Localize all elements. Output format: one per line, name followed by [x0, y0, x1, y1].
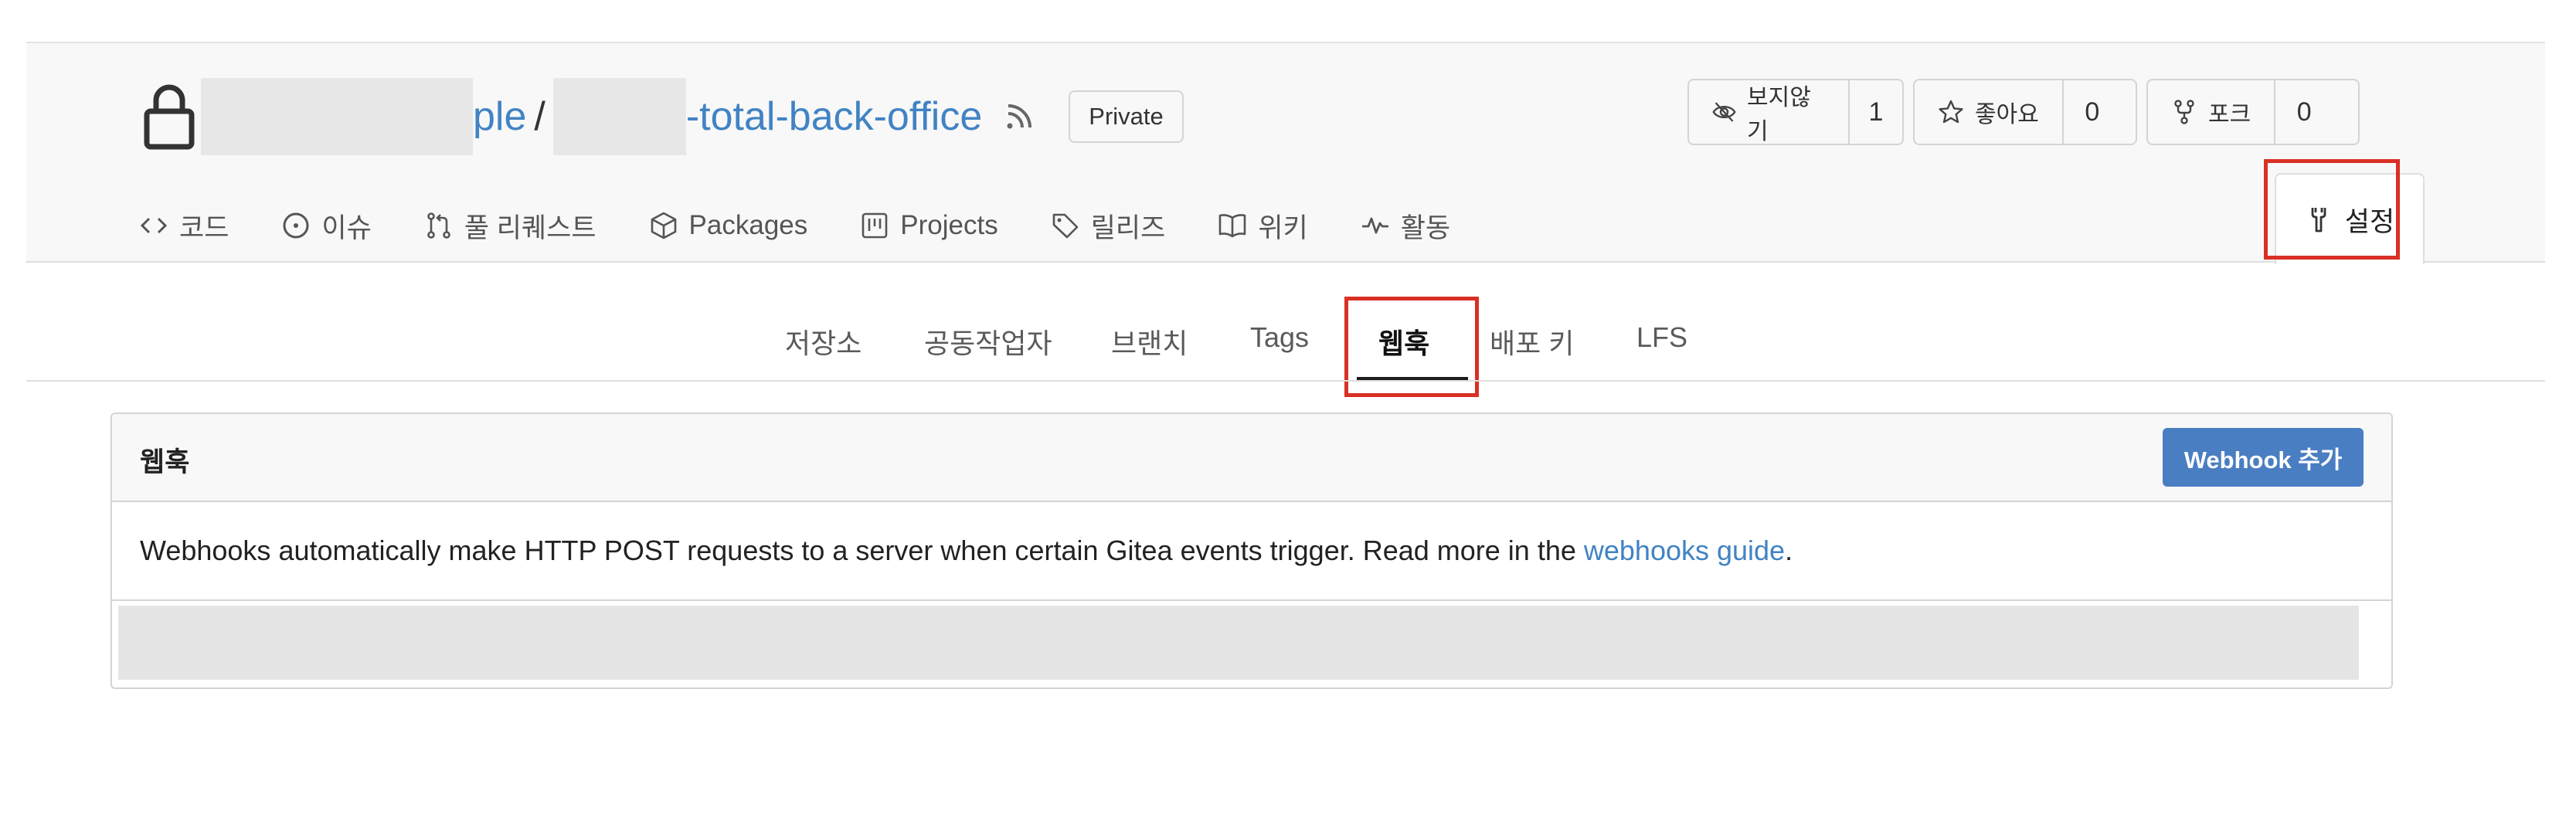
tab-pull-requests[interactable]: 풀 리퀘스트 [424, 206, 596, 246]
watch-button-group: 보지않기 1 [1687, 79, 1904, 145]
star-button-group: 좋아요 0 [1913, 79, 2137, 145]
repo-tabs: 코드 이슈 풀 리퀘스트 Packages Projects 릴리즈 위키 활동 [139, 202, 1503, 249]
tab-packages-label: Packages [688, 210, 808, 240]
star-count[interactable]: 0 [2064, 80, 2121, 144]
webhooks-description: Webhooks automatically make HTTP POST re… [112, 502, 2391, 601]
fork-button[interactable]: 포크 [2148, 80, 2276, 144]
panel-header: 웹훅 Webhook 추가 [112, 414, 2391, 502]
tab-issues[interactable]: 이슈 [281, 206, 372, 246]
tab-code[interactable]: 코드 [139, 206, 229, 246]
webhook-list-placeholder [118, 606, 2359, 680]
tab-code-label: 코드 [179, 212, 229, 243]
repo-title-row: ple / -total-back-office Private [142, 78, 1184, 155]
description-text: Webhooks automatically make HTTP POST re… [140, 535, 1584, 566]
redacted-repo-prefix [552, 78, 686, 155]
package-icon [651, 212, 676, 239]
repo-header: ple / -total-back-office Private 보지않기 1 … [26, 42, 2545, 264]
fork-label: 포크 [2208, 102, 2251, 127]
description-end: . [1785, 535, 1793, 566]
pulse-icon [1361, 217, 1388, 234]
fork-count[interactable]: 0 [2275, 80, 2333, 144]
project-icon [861, 212, 888, 239]
repo-separator: / [534, 94, 545, 139]
subnav-divider [26, 380, 2545, 382]
tab-issues-label: 이슈 [321, 212, 372, 243]
panel-title: 웹훅 [140, 447, 190, 477]
lock-icon [144, 84, 195, 150]
add-webhook-button[interactable]: Webhook 추가 [2163, 428, 2364, 487]
redacted-owner [201, 78, 473, 155]
fork-icon [2174, 100, 2194, 124]
subnav-lfs[interactable]: LFS [1636, 321, 1687, 354]
star-icon [1939, 100, 1963, 124]
private-badge: Private [1069, 90, 1184, 143]
tab-wiki[interactable]: 위키 [1218, 206, 1308, 246]
tab-projects[interactable]: Projects [860, 210, 998, 241]
webhooks-panel: 웹훅 Webhook 추가 Webhooks automatically mak… [110, 413, 2393, 689]
tab-pull-requests-label: 풀 리퀘스트 [464, 212, 596, 243]
tab-activity[interactable]: 활동 [1361, 206, 1450, 246]
watch-label: 보지않기 [1747, 85, 1811, 144]
star-button[interactable]: 좋아요 [1915, 80, 2064, 144]
eye-off-icon [1712, 102, 1736, 122]
repo-owner-link[interactable]: ple [473, 93, 526, 140]
settings-subnav: 저장소 공동작업자 브랜치 Tags 웹훅 배포 키 LFS [0, 294, 2576, 383]
rss-icon[interactable] [1004, 101, 1035, 132]
subnav-branches[interactable]: 브랜치 [1111, 321, 1188, 362]
star-label: 좋아요 [1975, 102, 2039, 127]
issue-icon [283, 212, 309, 239]
subnav-deploy-keys[interactable]: 배포 키 [1490, 321, 1574, 362]
tab-releases[interactable]: 릴리즈 [1051, 206, 1166, 246]
tab-wiki-label: 위키 [1258, 212, 1308, 243]
tab-packages[interactable]: Packages [649, 210, 808, 241]
tag-icon [1052, 213, 1079, 239]
repo-name-link[interactable]: -total-back-office [686, 93, 982, 140]
fork-button-group: 포크 0 [2146, 79, 2360, 145]
code-icon [140, 217, 168, 234]
subnav-repository[interactable]: 저장소 [785, 321, 861, 362]
book-icon [1219, 214, 1246, 238]
settings-highlight-box [2264, 159, 2400, 260]
subnav-collaborators[interactable]: 공동작업자 [924, 321, 1052, 362]
webhooks-highlight-box [1344, 297, 1479, 397]
watch-button[interactable]: 보지않기 [1689, 80, 1850, 144]
subnav-tags[interactable]: Tags [1250, 321, 1309, 354]
tab-projects-label: Projects [900, 210, 998, 240]
pull-request-icon [427, 212, 450, 239]
tab-activity-label: 활동 [1400, 212, 1451, 243]
watch-count[interactable]: 1 [1850, 80, 1902, 144]
tab-releases-label: 릴리즈 [1090, 212, 1166, 243]
webhooks-guide-link[interactable]: webhooks guide [1584, 535, 1785, 567]
